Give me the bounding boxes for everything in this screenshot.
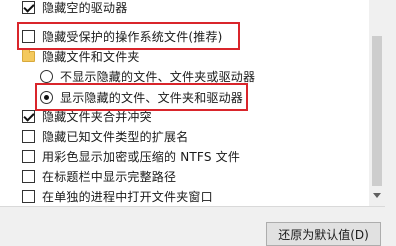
option-full-path-title-bar[interactable]: 在标题栏中显示完整路径 [22,166,385,186]
option-dont-show-hidden[interactable]: 不显示隐藏的文件、文件夹或驱动器 [40,66,385,86]
option-label: 在单独的进程中打开文件夹窗口 [42,189,213,204]
option-label: 显示隐藏的文件、文件夹和驱动器 [60,90,244,105]
option-color-ntfs-files[interactable]: 用彩色显示加密或压缩的 NTFS 文件 [22,146,385,166]
group-hidden-files-and-folders: 隐藏文件和文件夹 [22,46,385,66]
checkbox-unchecked-icon[interactable] [22,129,35,143]
option-hide-protected-os-files[interactable]: 隐藏受保护的操作系统文件(推荐) [22,26,385,46]
option-hide-empty-drives[interactable]: 隐藏空的驱动器 [22,0,385,17]
option-hide-known-extensions[interactable]: 隐藏已知文件类型的扩展名 [22,126,385,146]
checkbox-unchecked-icon[interactable] [22,169,35,183]
scrollbar-thumb[interactable] [372,36,382,186]
option-show-hidden[interactable]: 显示隐藏的文件、文件夹和驱动器 [40,87,385,107]
folder-icon [22,48,35,62]
option-label: 不显示隐藏的文件、文件夹或驱动器 [60,69,256,84]
option-label: 隐藏已知文件类型的扩展名 [42,129,189,144]
option-label: 隐藏文件夹合并冲突 [42,109,152,124]
option-label: 隐藏受保护的操作系统文件(推荐) [42,29,223,44]
radio-selected-icon[interactable] [40,90,53,104]
checkbox-unchecked-icon[interactable] [22,189,35,203]
group-label: 隐藏文件和文件夹 [42,49,140,64]
radio-unselected-icon[interactable] [40,69,53,83]
restore-defaults-button[interactable]: 还原为默认值(D) [266,222,381,246]
vertical-scrollbar[interactable] [369,0,385,206]
option-label: 用彩色显示加密或压缩的 NTFS 文件 [42,149,241,164]
option-separate-process[interactable]: 在单独的进程中打开文件夹窗口 [22,186,385,206]
checkbox-checked-icon[interactable] [22,0,35,14]
option-label: 隐藏空的驱动器 [42,0,128,15]
option-label: 在标题栏中显示完整路径 [42,169,177,184]
scroll-down-arrow-icon[interactable] [373,193,381,198]
checkbox-unchecked-icon[interactable] [22,149,35,163]
checkbox-unchecked-icon[interactable] [22,29,35,43]
advanced-settings-list[interactable]: 隐藏空的驱动器 隐藏受保护的操作系统文件(推荐) 隐藏文件和文件夹 不显示隐藏的… [0,0,385,207]
checkbox-checked-icon[interactable] [22,109,35,123]
option-hide-merge-conflicts[interactable]: 隐藏文件夹合并冲突 [22,106,385,126]
